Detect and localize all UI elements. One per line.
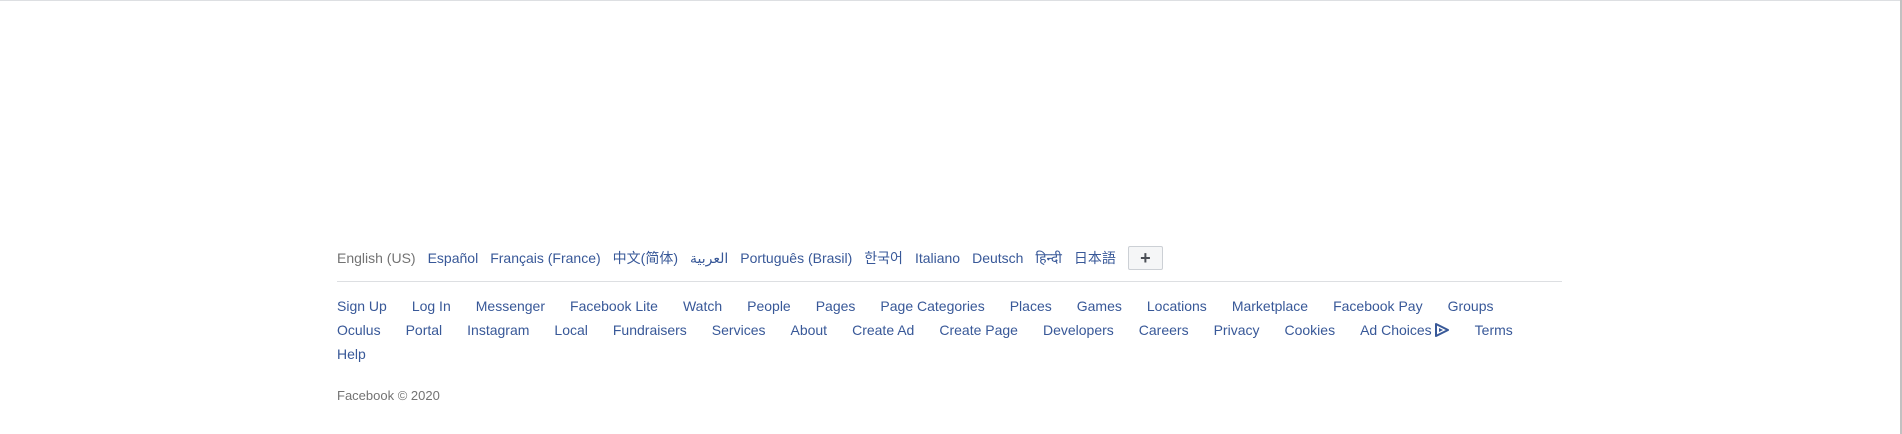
footer-link[interactable]: Games bbox=[1077, 294, 1122, 318]
language-selector: English (US) Español Français (France) 中… bbox=[337, 243, 1562, 282]
footer-link[interactable]: Privacy bbox=[1214, 318, 1260, 342]
footer-link[interactable]: Careers bbox=[1139, 318, 1189, 342]
language-link[interactable]: हिन्दी bbox=[1035, 249, 1061, 268]
language-link[interactable]: العربية bbox=[690, 250, 728, 267]
copyright: Facebook © 2020 bbox=[337, 388, 440, 403]
footer-link[interactable]: Create Page bbox=[939, 318, 1018, 342]
language-link[interactable]: 中文(简体) bbox=[613, 248, 678, 268]
top-divider bbox=[0, 0, 1902, 1]
footer-link[interactable]: Log In bbox=[412, 294, 451, 318]
footer-link[interactable]: Marketplace bbox=[1232, 294, 1308, 318]
footer-link[interactable]: Portal bbox=[406, 318, 443, 342]
footer-link[interactable]: Groups bbox=[1448, 294, 1494, 318]
footer: English (US) Español Français (France) 中… bbox=[337, 243, 1562, 403]
footer-link[interactable]: Create Ad bbox=[852, 318, 914, 342]
footer-link[interactable]: Pages bbox=[816, 294, 856, 318]
language-link[interactable]: Français (France) bbox=[490, 250, 600, 266]
footer-link[interactable]: Help bbox=[337, 342, 366, 366]
footer-link[interactable]: Cookies bbox=[1284, 318, 1335, 342]
footer-link[interactable]: About bbox=[790, 318, 827, 342]
footer-link[interactable]: Facebook Lite bbox=[570, 294, 658, 318]
plus-icon: + bbox=[1140, 247, 1151, 268]
language-link[interactable]: 日本語 bbox=[1074, 248, 1116, 268]
footer-link[interactable]: Sign Up bbox=[337, 294, 387, 318]
adchoices-icon bbox=[1434, 323, 1449, 337]
footer-link[interactable]: Watch bbox=[683, 294, 722, 318]
footer-links: Sign Up Log In Messenger Facebook Lite W… bbox=[337, 282, 1562, 366]
more-languages-button[interactable]: + bbox=[1127, 246, 1163, 270]
footer-link[interactable]: Locations bbox=[1147, 294, 1207, 318]
footer-link[interactable]: Developers bbox=[1043, 318, 1114, 342]
language-link[interactable]: 한국어 bbox=[864, 248, 903, 268]
footer-link[interactable]: Page Categories bbox=[880, 294, 984, 318]
footer-link[interactable]: Oculus bbox=[337, 318, 381, 342]
footer-link[interactable]: Local bbox=[554, 318, 587, 342]
language-link[interactable]: Português (Brasil) bbox=[740, 250, 852, 266]
footer-link[interactable]: People bbox=[747, 294, 791, 318]
footer-link[interactable]: Terms bbox=[1475, 318, 1513, 342]
language-link[interactable]: Deutsch bbox=[972, 250, 1023, 266]
footer-link[interactable]: Places bbox=[1010, 294, 1052, 318]
ad-choices-label: Ad Choices bbox=[1360, 322, 1432, 338]
language-link[interactable]: Italiano bbox=[915, 250, 960, 266]
footer-link[interactable]: Services bbox=[712, 318, 766, 342]
footer-link[interactable]: Messenger bbox=[476, 294, 545, 318]
language-link[interactable]: Español bbox=[428, 250, 479, 266]
footer-link[interactable]: Facebook Pay bbox=[1333, 294, 1423, 318]
current-language: English (US) bbox=[337, 250, 416, 266]
page: English (US) Español Français (France) 中… bbox=[0, 0, 1902, 434]
footer-link[interactable]: Instagram bbox=[467, 318, 529, 342]
footer-link[interactable]: Fundraisers bbox=[613, 318, 687, 342]
ad-choices-link[interactable]: Ad Choices bbox=[1360, 318, 1450, 342]
